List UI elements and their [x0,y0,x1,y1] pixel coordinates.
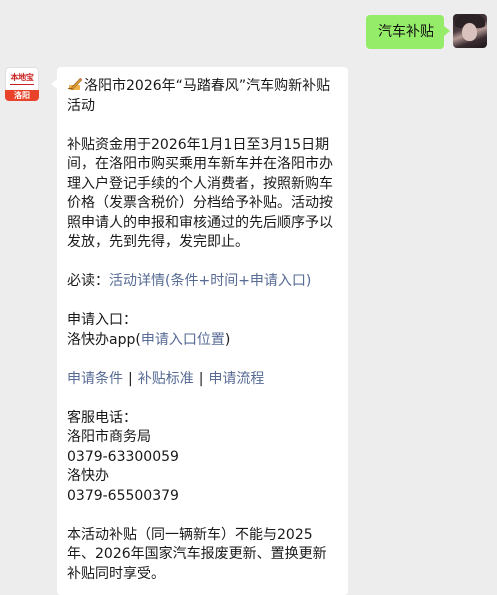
incoming-message: 本地宝 洛阳 洛阳市2026年“马踏春风”汽车购新补贴活动 补贴资金用于2026… [5,67,348,595]
service-1-phone[interactable]: 0379-63300059 [67,448,338,468]
service-1-name: 洛阳市商务局 [67,429,151,445]
apply-process-link[interactable]: 申请流程 [208,371,264,387]
outgoing-bubble[interactable]: 汽车补贴 [366,15,450,49]
brand-logo-line [10,84,34,85]
link-separator: | [128,370,133,387]
apply-app-suffix: ) [224,331,231,348]
message-note: 本活动补贴（同一辆新车）不能与2025年、2026年国家汽车报废更新、置换更新补… [67,526,327,582]
message-intro: 补贴资金用于2026年1月1日至3月15日期间，在洛阳市购买乘用车新车并在洛阳市… [67,136,333,251]
link-separator: | [198,370,204,387]
brand-avatar[interactable]: 本地宝 洛阳 [5,67,39,101]
message-title: 洛阳市2026年“马踏春风”汽车购新补贴活动 [67,76,338,116]
must-read-line: 必读：活动详情(条件+时间+申请入口) [67,272,338,292]
quick-links: 申请条件 | 补贴标准 | 申请流程 [67,370,338,390]
message-title-text: 洛阳市2026年“马踏春风”汽车购新补贴活动 [67,78,331,114]
activity-details-link[interactable]: 活动详情(条件+时间+申请入口) [109,273,311,289]
apply-entry-location-link[interactable]: 申请入口位置 [141,332,225,348]
brand-logo-text: 本地宝 [10,72,34,82]
service-2-phone[interactable]: 0379-65500379 [67,487,338,507]
apply-app-line: 洛快办app(申请入口位置) [67,331,338,351]
service-2-name: 洛快办 [67,468,109,484]
must-read-label: 必读： [67,273,109,289]
brand-city-label: 洛阳 [5,90,39,101]
incoming-bubble: 洛阳市2026年“马踏春风”汽车购新补贴活动 补贴资金用于2026年1月1日至3… [51,67,348,595]
service-label: 客服电话： [67,409,137,426]
apply-conditions-link[interactable]: 申请条件 [67,371,123,387]
user-avatar[interactable] [453,14,487,48]
outgoing-message: 汽车补贴 [366,14,487,49]
apply-entry-label: 申请入口： [67,312,137,328]
apply-app-prefix: 洛快办app( [67,331,141,348]
subsidy-standard-link[interactable]: 补贴标准 [138,371,194,387]
writing-hand-icon [67,76,83,92]
